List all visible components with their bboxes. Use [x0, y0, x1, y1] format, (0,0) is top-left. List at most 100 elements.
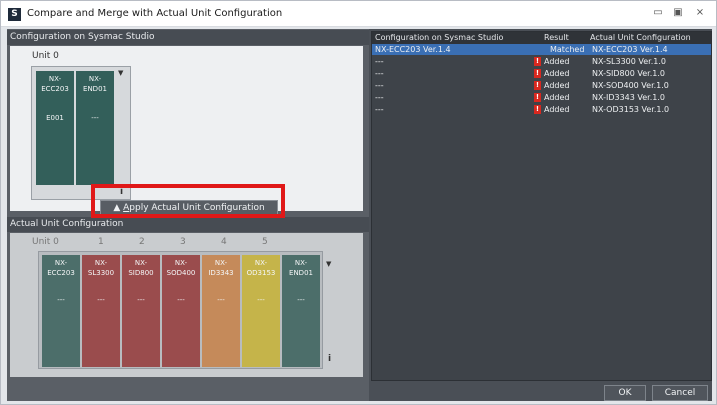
module-line1: NX-	[48, 75, 62, 83]
cell-studio: ---	[375, 93, 384, 102]
table-row[interactable]: --- ! Added NX-SOD400 Ver.1.0	[372, 80, 711, 91]
comparison-table: Configuration on Sysmac Studio Result Ac…	[371, 31, 712, 381]
chevron-down-icon[interactable]: ▼	[118, 69, 123, 77]
dialog-footer: OK Cancel	[371, 385, 712, 401]
module-nx-sl3300[interactable]: NX- SL3300 ---	[82, 255, 120, 367]
module-extra: ---	[97, 296, 105, 304]
module-line1: NX-	[214, 259, 228, 267]
module-line2: OD3153	[246, 269, 276, 277]
module-extra: ---	[57, 296, 65, 304]
unit-0-label: Unit 0	[32, 51, 59, 61]
table-row[interactable]: --- ! Added NX-ID3343 Ver.1.0	[372, 92, 711, 103]
module-nx-ecc203[interactable]: NX- ECC203 ---	[42, 255, 80, 367]
table-row[interactable]: --- ! Added NX-SL3300 Ver.1.0	[372, 56, 711, 67]
compare-merge-dialog: S Compare and Merge with Actual Unit Con…	[0, 0, 717, 405]
table-header: Configuration on Sysmac Studio Result Ac…	[372, 32, 711, 44]
cell-actual: NX-SID800 Ver.1.0	[592, 69, 665, 78]
warning-icon: !	[534, 105, 541, 114]
module-extra: ---	[137, 296, 145, 304]
minimize-icon[interactable]: ▭	[649, 5, 667, 20]
unit-number: 2	[139, 237, 145, 247]
dialog-title: Compare and Merge with Actual Unit Confi…	[27, 8, 283, 19]
cell-studio: ---	[375, 69, 384, 78]
module-line2: ECC203	[41, 85, 69, 93]
cell-actual: NX-SOD400 Ver.1.0	[592, 81, 669, 90]
cell-result: ! Added	[534, 80, 570, 91]
result-text: Added	[544, 57, 570, 66]
module-nx-sod400[interactable]: NX- SOD400 ---	[162, 255, 200, 367]
unit-number: Unit 0	[32, 237, 59, 247]
sysmac-app-icon: S	[8, 8, 21, 21]
result-text: Added	[544, 93, 570, 102]
result-text: Added	[544, 69, 570, 78]
module-line2: SOD400	[166, 269, 196, 277]
table-row[interactable]: --- ! Added NX-SID800 Ver.1.0	[372, 68, 711, 79]
unit-number: 4	[221, 237, 227, 247]
module-line1: NX-	[88, 75, 102, 83]
module-extra: E001	[46, 114, 64, 122]
warning-icon: !	[534, 81, 541, 90]
module-extra: ---	[297, 296, 305, 304]
module-line2: ID3343	[208, 269, 234, 277]
cell-actual: NX-SL3300 Ver.1.0	[592, 57, 666, 66]
module-line2: ECC203	[47, 269, 75, 277]
warning-icon: !	[534, 93, 541, 102]
module-line2: END01	[289, 269, 313, 277]
actual-module-rack: NX- ECC203 --- NX- SL3300 --- NX- SID800 --…	[38, 251, 331, 369]
module-extra: ---	[257, 296, 265, 304]
module-extra: ---	[217, 296, 225, 304]
studio-config-header: Configuration on Sysmac Studio	[7, 30, 369, 45]
module-extra: ---	[177, 296, 185, 304]
table-row[interactable]: NX-ECC203 Ver.1.4 Matched NX-ECC203 Ver.…	[372, 44, 711, 55]
cell-studio: NX-ECC203 Ver.1.4	[375, 45, 451, 54]
cell-result: Matched	[550, 45, 585, 54]
module-line1: NX-	[54, 259, 68, 267]
cell-result: ! Added	[534, 56, 570, 67]
module-extra: ---	[91, 114, 99, 122]
cell-result: ! Added	[534, 92, 570, 103]
studio-module-rack: NX- ECC203 E001 NX- END01 --- ▼ i	[31, 66, 131, 200]
close-icon[interactable]: ⨯	[691, 5, 709, 20]
result-text: Added	[544, 81, 570, 90]
cell-studio: ---	[375, 81, 384, 90]
module-line1: NX-	[174, 259, 188, 267]
module-line1: NX-	[294, 259, 308, 267]
module-nx-ecc203[interactable]: NX- ECC203 E001	[36, 71, 74, 185]
result-text: Added	[544, 105, 570, 114]
dialog-body: Configuration on Sysmac Studio Unit 0 NX…	[7, 29, 712, 401]
col-header-result[interactable]: Result	[544, 32, 569, 44]
unit-number-row: Unit 0 1 2 3 4 5	[10, 237, 363, 249]
col-header-actual[interactable]: Actual Unit Configuration	[590, 32, 691, 44]
info-icon[interactable]: i	[328, 354, 331, 364]
module-nx-end01[interactable]: NX- END01 ---	[76, 71, 114, 185]
chevron-down-icon[interactable]: ▼	[326, 260, 331, 268]
cell-result: ! Added	[534, 104, 570, 115]
module-line1: NX-	[254, 259, 268, 267]
cell-result: ! Added	[534, 68, 570, 79]
cell-actual: NX-ECC203 Ver.1.4	[592, 45, 668, 54]
actual-config-panel: Unit 0 1 2 3 4 5 NX- ECC203 --- NX- SL3300…	[10, 233, 363, 377]
configuration-pane: Configuration on Sysmac Studio Unit 0 NX…	[7, 29, 369, 401]
module-nx-end01[interactable]: NX- END01 ---	[282, 255, 320, 367]
table-row[interactable]: --- ! Added NX-OD3153 Ver.1.0	[372, 104, 711, 115]
module-nx-sid800[interactable]: NX- SID800 ---	[122, 255, 160, 367]
cell-actual: NX-ID3343 Ver.1.0	[592, 93, 665, 102]
module-line2: SL3300	[87, 269, 115, 277]
module-line1: NX-	[134, 259, 148, 267]
warning-icon: !	[534, 57, 541, 66]
unit-number: 5	[262, 237, 268, 247]
title-bar: S Compare and Merge with Actual Unit Con…	[1, 1, 716, 27]
cell-studio: ---	[375, 57, 384, 66]
red-highlight-box	[91, 184, 285, 218]
module-nx-od3153[interactable]: NX- OD3153 ---	[242, 255, 280, 367]
col-header-studio[interactable]: Configuration on Sysmac Studio	[375, 32, 503, 44]
module-line2: END01	[83, 85, 107, 93]
ok-button[interactable]: OK	[604, 385, 646, 401]
warning-icon: !	[534, 69, 541, 78]
maximize-icon[interactable]: ▣	[669, 5, 687, 20]
module-nx-id3343[interactable]: NX- ID3343 ---	[202, 255, 240, 367]
cell-studio: ---	[375, 105, 384, 114]
cancel-button[interactable]: Cancel	[652, 385, 708, 401]
actual-config-header: Actual Unit Configuration	[7, 217, 369, 232]
module-line2: SID800	[128, 269, 154, 277]
